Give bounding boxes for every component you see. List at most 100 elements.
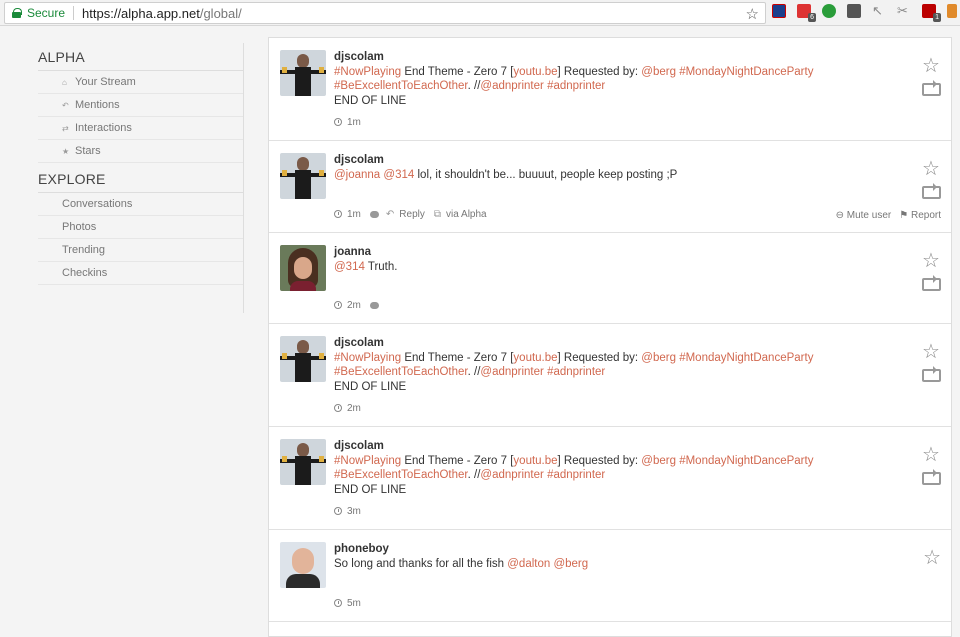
- post-username[interactable]: phoneboy: [334, 542, 881, 557]
- post-link[interactable]: #MondayNightDanceParty: [679, 66, 813, 78]
- avatar[interactable]: [280, 439, 326, 485]
- extension-download-icon[interactable]: [947, 4, 957, 18]
- post-moderation: ⊖ Mute user ⚑ Report: [836, 210, 941, 221]
- post-link[interactable]: @berg: [553, 558, 588, 570]
- post-link[interactable]: #MondayNightDanceParty: [679, 455, 813, 467]
- sidebar-item-your-stream[interactable]: ⌂ Your Stream: [38, 71, 243, 94]
- mute-user-link[interactable]: ⊖ Mute user: [836, 210, 892, 221]
- post-meta: 1m: [334, 115, 361, 129]
- avatar[interactable]: [280, 245, 326, 291]
- post-link[interactable]: @314: [334, 261, 365, 273]
- post-link[interactable]: @314: [383, 169, 414, 181]
- extension-green-icon[interactable]: [822, 4, 836, 18]
- repost-icon[interactable]: [921, 80, 941, 96]
- avatar[interactable]: [280, 542, 326, 588]
- avatar[interactable]: [280, 336, 326, 382]
- page: ALPHA ⌂ Your Stream ↶ Mentions ⇄ Interactions…: [0, 27, 960, 637]
- post-username[interactable]: djscolam: [334, 50, 881, 65]
- reply-link[interactable]: Reply: [399, 209, 425, 220]
- post-link[interactable]: #adnprinter: [547, 469, 605, 481]
- extension-square-icon[interactable]: [847, 4, 861, 18]
- extension-screen-icon[interactable]: [772, 4, 786, 18]
- post-link[interactable]: @adnprinter: [480, 80, 543, 92]
- post-username[interactable]: djscolam: [334, 336, 881, 351]
- post-username[interactable]: djscolam: [334, 439, 881, 454]
- post: djscolam @joanna @314 lol, it shouldn't b…: [269, 141, 951, 233]
- star-icon[interactable]: ☆: [922, 159, 940, 179]
- post-link[interactable]: @adnprinter: [480, 366, 543, 378]
- post-link[interactable]: @berg: [641, 352, 676, 364]
- via-client[interactable]: via Alpha: [446, 209, 487, 220]
- post-link[interactable]: #NowPlaying: [334, 455, 401, 467]
- report-link[interactable]: ⚑ Report: [899, 210, 941, 221]
- post-link[interactable]: @joanna: [334, 169, 380, 181]
- post-text-line: #BeExcellentToEachOther. //@adnprinter #…: [334, 79, 881, 94]
- post: phoneboy So long and thanks for all the f…: [269, 530, 951, 622]
- address-bar[interactable]: Secure https://alpha.app.net/global/ ☆: [4, 2, 766, 24]
- sidebar-item-photos[interactable]: Photos: [38, 216, 243, 239]
- post-timestamp[interactable]: 3m: [347, 506, 361, 517]
- post-link[interactable]: @berg: [641, 66, 676, 78]
- repost-icon[interactable]: [921, 275, 941, 291]
- star-icon[interactable]: ☆: [922, 445, 940, 465]
- star-icon[interactable]: ☆: [922, 56, 940, 76]
- post-link[interactable]: #NowPlaying: [334, 66, 401, 78]
- post-timestamp[interactable]: 2m: [347, 403, 361, 414]
- extension-pin-icon[interactable]: ↖: [872, 4, 886, 18]
- post-stream: djscolam #NowPlaying End Theme - Zero 7 […: [268, 37, 952, 637]
- conversation-icon[interactable]: [369, 301, 379, 309]
- post-actions: ☆: [921, 251, 941, 291]
- repost-icon[interactable]: [921, 469, 941, 485]
- post-timestamp[interactable]: 1m: [347, 117, 361, 128]
- sidebar-item-label: Trending: [62, 244, 106, 256]
- post-username[interactable]: djscolam: [334, 153, 881, 168]
- sidebar-item-conversations[interactable]: Conversations: [38, 193, 243, 216]
- sidebar-item-label: Your Stream: [75, 76, 136, 88]
- avatar[interactable]: [280, 50, 326, 96]
- post-text: So long and thanks for all the fish: [334, 557, 508, 570]
- conversation-icon[interactable]: [369, 210, 379, 218]
- sidebar-item-label: Conversations: [62, 198, 133, 210]
- extension-red-icon[interactable]: 6: [797, 4, 816, 22]
- post-body: djscolam #NowPlaying End Theme - Zero 7 […: [334, 336, 951, 394]
- post-link[interactable]: #BeExcellentToEachOther: [334, 80, 468, 92]
- post-text: Truth.: [364, 260, 398, 273]
- repost-icon[interactable]: [921, 183, 941, 199]
- bookmark-star-icon[interactable]: ☆: [746, 5, 759, 23]
- sidebar-item-interactions[interactable]: ⇄ Interactions: [38, 117, 243, 140]
- post-link[interactable]: #NowPlaying: [334, 352, 401, 364]
- star-icon[interactable]: ☆: [922, 342, 940, 362]
- extension-shield-icon[interactable]: 1: [922, 4, 941, 22]
- post-link[interactable]: #adnprinter: [547, 80, 605, 92]
- post-link[interactable]: youtu.be: [513, 455, 557, 467]
- home-icon: ⌂: [62, 77, 67, 87]
- repost-icon[interactable]: [921, 366, 941, 382]
- address-divider: [73, 6, 75, 20]
- star-icon[interactable]: ☆: [922, 251, 940, 271]
- post-link[interactable]: @berg: [641, 455, 676, 467]
- extension-scissors-icon[interactable]: ✂: [897, 4, 911, 18]
- post-link[interactable]: youtu.be: [513, 66, 557, 78]
- post-text: . //: [467, 366, 481, 378]
- star-icon[interactable]: ☆: [923, 548, 941, 568]
- post-link[interactable]: @adnprinter: [480, 469, 543, 481]
- post-timestamp[interactable]: 2m: [347, 300, 361, 311]
- post-link[interactable]: #BeExcellentToEachOther: [334, 469, 468, 481]
- reply-icon: ↶: [62, 100, 69, 110]
- post-link[interactable]: #BeExcellentToEachOther: [334, 366, 468, 378]
- post-timestamp[interactable]: 1m: [347, 209, 361, 220]
- avatar[interactable]: [280, 153, 326, 199]
- sidebar-item-mentions[interactable]: ↶ Mentions: [38, 94, 243, 117]
- post-link[interactable]: #MondayNightDanceParty: [679, 352, 813, 364]
- post-text-line: END OF LINE: [334, 94, 881, 109]
- post-username[interactable]: joanna: [334, 245, 881, 260]
- post-link[interactable]: #adnprinter: [547, 366, 605, 378]
- sidebar-item-trending[interactable]: Trending: [38, 239, 243, 262]
- clock-icon: [334, 599, 342, 607]
- post-timestamp[interactable]: 5m: [347, 598, 361, 609]
- extension-icons: 6 ↖ ✂ 1: [772, 4, 957, 22]
- post-link[interactable]: @dalton: [507, 558, 550, 570]
- sidebar-item-checkins[interactable]: Checkins: [38, 262, 243, 285]
- sidebar-item-stars[interactable]: ★ Stars: [38, 140, 243, 163]
- post-link[interactable]: youtu.be: [513, 352, 557, 364]
